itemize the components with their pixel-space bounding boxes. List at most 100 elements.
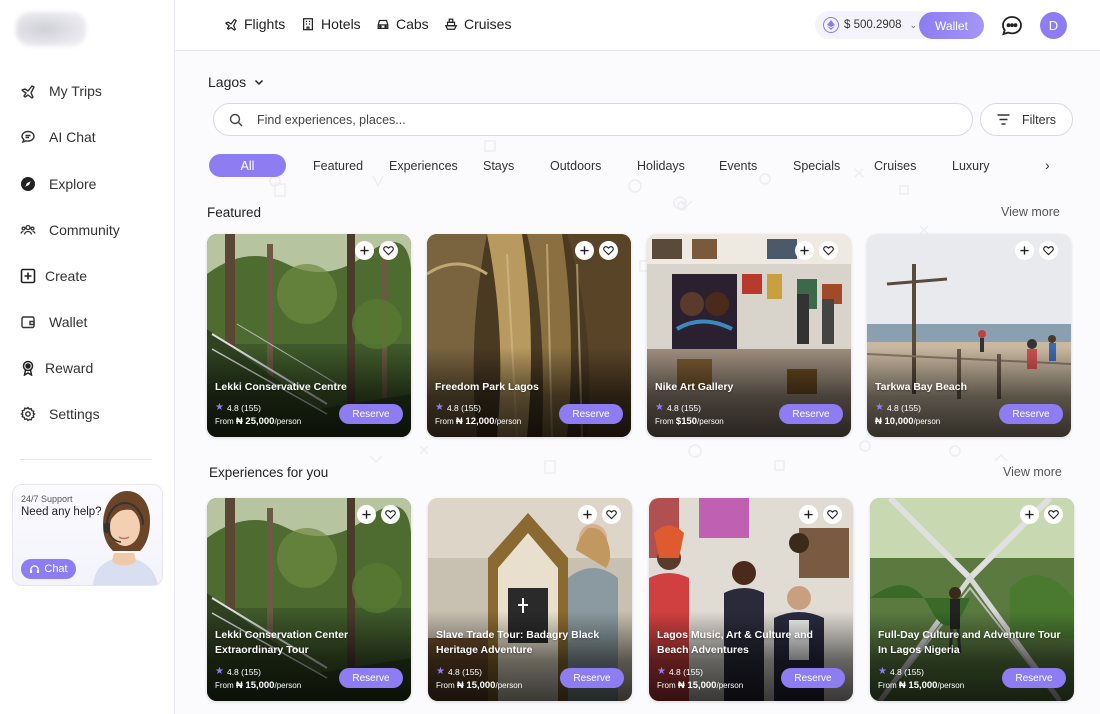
messages-icon[interactable] <box>1000 14 1024 38</box>
category-all[interactable]: All <box>209 154 286 177</box>
card-price: From ₦ 15,000/person <box>878 680 964 691</box>
add-icon[interactable] <box>799 505 818 524</box>
reserve-button[interactable]: Reserve <box>999 404 1063 424</box>
experience-card[interactable]: Lagos Music, Art & Culture and Beach Adv… <box>649 498 853 701</box>
heart-icon[interactable] <box>381 505 400 524</box>
support-chat-label: Chat <box>44 563 68 575</box>
topnav-cabs[interactable]: Cabs <box>376 16 429 32</box>
topnav-label: Flights <box>244 16 286 32</box>
experiences-view-more-link[interactable]: View more <box>1003 465 1062 479</box>
topnav-flights[interactable]: Flights <box>224 16 285 32</box>
featured-card[interactable]: Freedom Park Lagos ★ 4.8 (155) From ₦ 12,… <box>427 234 631 437</box>
category-experiences[interactable]: Experiences <box>389 154 458 177</box>
add-icon[interactable] <box>357 505 376 524</box>
category-stays[interactable]: Stays <box>483 154 514 177</box>
card-rating: ★ 4.8 (155) <box>436 666 482 677</box>
main-content: Lagos Filters All Featured Experiences S… <box>175 51 1100 714</box>
sidebar-item-my-trips[interactable]: My Trips <box>20 78 160 104</box>
card-title: Lekki Conservative Centre <box>215 381 347 393</box>
category-luxury[interactable]: Luxury <box>952 154 990 177</box>
sidebar-item-reward[interactable]: Reward <box>20 355 160 381</box>
price-amount: ₦ 25,000 <box>235 416 275 427</box>
rating-value: 4.8 (155) <box>666 402 701 413</box>
reserve-button[interactable]: Reserve <box>1002 668 1066 688</box>
sidebar-item-wallet[interactable]: Wallet <box>20 309 160 335</box>
wallet-icon <box>20 314 36 330</box>
rating-value: 4.8 (155) <box>886 402 921 413</box>
hotel-icon <box>303 18 313 31</box>
sidebar-item-ai-chat[interactable]: AI Chat <box>20 124 160 150</box>
price-suffix: /person <box>495 681 523 690</box>
reserve-button[interactable]: Reserve <box>339 404 403 424</box>
card-title: Lagos Music, Art & Culture and Beach Adv… <box>657 629 813 656</box>
experience-card[interactable]: Full-Day Culture and Adventure Tour In L… <box>870 498 1074 701</box>
reserve-button[interactable]: Reserve <box>781 668 845 688</box>
featured-card[interactable]: Lekki Conservative Centre ★ 4.8 (155) Fro… <box>207 234 411 437</box>
reserve-button[interactable]: Reserve <box>560 668 624 688</box>
category-featured[interactable]: Featured <box>313 154 363 177</box>
add-icon[interactable] <box>575 241 594 260</box>
add-icon[interactable] <box>795 241 814 260</box>
heart-icon[interactable] <box>379 241 398 260</box>
reserve-button[interactable]: Reserve <box>339 668 403 688</box>
sidebar-item-label: My Trips <box>49 83 102 99</box>
sidebar: My Trips AI Chat Explore Community Creat… <box>0 0 175 714</box>
category-events[interactable]: Events <box>719 154 757 177</box>
wallet-button[interactable]: Wallet <box>919 12 984 39</box>
add-icon[interactable] <box>1020 505 1039 524</box>
price-amount: ₦ 15,000 <box>456 680 496 691</box>
price-suffix: /person <box>274 417 302 426</box>
heart-icon[interactable] <box>819 241 838 260</box>
support-card: 24/7 Support Need any help? Chat <box>12 484 163 586</box>
experience-card[interactable]: Slave Trade Tour: Badagry Black Heritage… <box>428 498 632 701</box>
price-prefix: From <box>655 417 674 426</box>
featured-view-more-link[interactable]: View more <box>1001 205 1060 219</box>
reserve-button[interactable]: Reserve <box>559 404 623 424</box>
price-prefix: From <box>878 681 897 690</box>
add-icon[interactable] <box>1015 241 1034 260</box>
experience-card[interactable]: Lekki Conservation Center Extraordinary … <box>207 498 411 701</box>
reserve-button[interactable]: Reserve <box>779 404 843 424</box>
sidebar-item-create[interactable]: Create <box>20 263 160 289</box>
headset-icon <box>30 564 40 573</box>
sidebar-item-settings[interactable]: Settings <box>20 401 160 427</box>
logo[interactable] <box>16 12 86 46</box>
heart-icon[interactable] <box>1044 505 1063 524</box>
search-input[interactable] <box>257 112 857 127</box>
price-prefix: From <box>215 681 234 690</box>
award-icon <box>20 360 36 376</box>
sidebar-item-explore[interactable]: Explore <box>20 171 160 197</box>
category-holidays[interactable]: Holidays <box>637 154 685 177</box>
compass-icon <box>20 176 36 192</box>
card-rating: ★ 4.8 (155) <box>657 666 703 677</box>
heart-icon[interactable] <box>1039 241 1058 260</box>
filters-button[interactable]: Filters <box>980 103 1073 136</box>
chevron-right-icon[interactable]: › <box>1045 157 1050 173</box>
card-price: From $150/person <box>655 416 724 427</box>
card-price: From ₦ 15,000/person <box>436 680 522 691</box>
category-specials[interactable]: Specials <box>793 154 840 177</box>
price-suffix: /person <box>913 417 941 426</box>
featured-card[interactable]: Tarkwa Bay Beach ★ 4.8 (155) ₦ 10,000/per… <box>867 234 1071 437</box>
add-icon[interactable] <box>578 505 597 524</box>
balance-selector[interactable]: $ 500.2908 ⌄ <box>815 11 935 39</box>
add-icon[interactable] <box>355 241 374 260</box>
topnav-cruises[interactable]: Cruises <box>444 16 511 32</box>
featured-card[interactable]: Nike Art Gallery ★ 4.8 (155) From $150/pe… <box>647 234 851 437</box>
topnav-label: Cabs <box>396 16 429 32</box>
support-chat-button[interactable]: Chat <box>21 559 76 579</box>
topnav-hotels[interactable]: Hotels <box>301 16 361 32</box>
ethereum-icon <box>823 17 839 33</box>
heart-icon[interactable] <box>599 241 618 260</box>
user-avatar[interactable]: D <box>1040 12 1067 39</box>
heart-icon[interactable] <box>602 505 621 524</box>
category-outdoors[interactable]: Outdoors <box>550 154 601 177</box>
category-cruises[interactable]: Cruises <box>874 154 916 177</box>
sidebar-item-community[interactable]: Community <box>20 217 160 243</box>
topnav-label: Cruises <box>464 16 512 32</box>
location-selector[interactable]: Lagos <box>208 74 264 90</box>
card-price: From ₦ 25,000/person <box>215 416 301 427</box>
heart-icon[interactable] <box>823 505 842 524</box>
star-icon: ★ <box>435 402 444 413</box>
price-prefix: From <box>436 681 455 690</box>
